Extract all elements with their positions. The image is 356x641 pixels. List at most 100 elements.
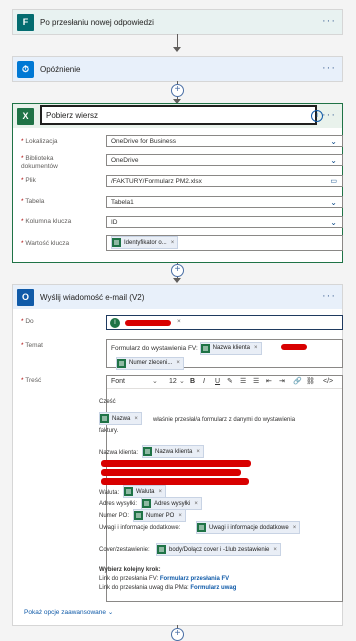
location-label: * Lokalizacja [21, 138, 58, 145]
chevron-down-icon: ⌄ [107, 609, 114, 616]
more-options-icon[interactable]: ··· [322, 62, 336, 74]
file-label: * Plik [21, 177, 36, 184]
forms-token-icon [124, 487, 133, 496]
forms-token-icon [157, 545, 166, 554]
bold-button[interactable]: B [190, 376, 195, 388]
unlink-icon[interactable]: ⛓ [306, 376, 315, 388]
redacted-text [281, 344, 307, 350]
more-options-icon[interactable]: ··· [322, 15, 336, 27]
client-name-token[interactable]: Nazwa klienta × [199, 342, 262, 355]
subject-label: * Temat [21, 342, 43, 349]
remove-token-icon[interactable]: × [196, 449, 200, 455]
client-name-token[interactable]: Nazwa klienta × [142, 445, 204, 458]
delay-card[interactable]: ⏱ Opóźnienie ··· [13, 57, 342, 81]
next-step-heading: Wybierz kolejny krok: [99, 567, 161, 573]
subject-text: Formularz do wystawienia FV: [111, 345, 198, 353]
notes-label: Uwagi i informacje dodatkowe: [99, 525, 181, 531]
bullet-list-icon[interactable]: ☰ [240, 376, 246, 388]
font-size-select[interactable]: 12 [169, 376, 177, 388]
rich-text-toolbar: Font ⌄ 12 ⌄ B I U ✎ ☰ ☰ ⇤ ⇥ 🔗 ⛓ </> [107, 376, 342, 389]
add-step-icon[interactable]: + [171, 628, 184, 641]
indent-icon[interactable]: ⇥ [279, 376, 285, 388]
link2-line: Link do przesłania uwag dla PMa: Formula… [99, 585, 237, 591]
library-select[interactable]: OneDrive ⌄ [106, 154, 343, 166]
connector-line [177, 34, 178, 48]
excel-icon: X [17, 107, 34, 125]
remove-token-icon[interactable]: × [158, 489, 162, 495]
po-number-label: Numer PO: [99, 513, 130, 519]
trigger-title: Po przesłaniu nowej odpowiedzi [40, 17, 154, 27]
remove-token-icon[interactable]: × [273, 547, 277, 553]
sender-name-line: Nazwa × [99, 412, 142, 425]
file-input[interactable]: /FAKTURY/Formularz PM2.xlsx ▭ [106, 175, 343, 187]
outdent-icon[interactable]: ⇤ [266, 376, 272, 388]
redacted-text [101, 469, 241, 476]
table-label: * Tabela [21, 198, 45, 205]
po-number-token[interactable]: Numer PO × [133, 509, 186, 522]
remove-token-icon[interactable]: × [171, 236, 175, 250]
redacted-text [101, 478, 249, 485]
key-value-label: * Wartość klucza [21, 240, 70, 247]
forms-token-icon [134, 511, 143, 520]
arrow-down-icon [173, 47, 181, 52]
notes-form-link[interactable]: Formularz uwag [190, 585, 236, 591]
chevron-down-icon: ⌄ [330, 156, 337, 165]
title-edit-field[interactable]: Pobierz wiersz [40, 105, 317, 125]
identifier-token[interactable]: Identyfikator o... × [111, 236, 179, 250]
name-token[interactable]: Nazwa × [99, 412, 142, 425]
to-label: * Do [21, 318, 34, 325]
delay-title: Opóźnienie [40, 64, 81, 74]
key-value-input[interactable]: Identyfikator o... × [106, 235, 343, 251]
forms-token-icon [112, 238, 121, 247]
outlook-icon: O [17, 288, 34, 306]
chevron-down-icon[interactable]: ⌄ [152, 376, 158, 388]
remove-token-icon[interactable]: × [293, 525, 297, 531]
library-label: * Biblioteka dokumentów [21, 155, 58, 170]
more-options-icon[interactable]: ··· [322, 109, 336, 121]
remove-token-icon[interactable]: × [194, 501, 198, 507]
trigger-card[interactable]: F Po przesłaniu nowej odpowiedzi ··· [13, 10, 342, 34]
send-email-title: Wyślij wiadomość e-mail (V2) [40, 292, 145, 302]
remove-token-icon[interactable]: × [176, 358, 180, 369]
add-step-icon[interactable]: + [171, 264, 184, 277]
to-input[interactable]: I × [106, 315, 343, 330]
recipient-avatar: I [110, 318, 120, 328]
cover-value: body/Dołącz cover i -1lub zestawienie × [156, 543, 281, 556]
numbered-list-icon[interactable]: ☰ [253, 376, 259, 388]
forms-token-icon [100, 414, 109, 423]
remove-token-icon[interactable]: × [178, 513, 182, 519]
code-view-icon[interactable]: </> [323, 376, 333, 388]
chevron-down-icon[interactable]: ⌄ [179, 376, 185, 388]
key-column-label: * Kolumna klucza [21, 218, 72, 225]
font-select[interactable]: Font [111, 376, 125, 388]
timer-icon: ⏱ [17, 60, 34, 78]
more-options-icon[interactable]: ··· [322, 290, 336, 302]
invoice-form-link[interactable]: Formularz przesłania FV [160, 576, 229, 582]
notes-value: Uwagi i informacje dodatkowe × [196, 521, 301, 534]
chevron-down-icon: ⌄ [330, 137, 337, 146]
get-row-title: Pobierz wiersz [46, 111, 99, 120]
location-select[interactable]: OneDrive for Business ⌄ [106, 135, 343, 147]
chevron-down-icon: ⌄ [330, 218, 337, 227]
remove-token-icon[interactable]: × [134, 416, 138, 422]
text-color-icon[interactable]: ✎ [227, 376, 233, 388]
remove-token-icon[interactable]: × [254, 343, 258, 354]
link-icon[interactable]: 🔗 [293, 376, 302, 388]
underline-button[interactable]: U [215, 376, 220, 388]
subject-input[interactable]: Formularz do wystawienia FV: Nazwa klien… [106, 339, 343, 370]
table-select[interactable]: Tabela1 ⌄ [106, 196, 343, 208]
address-label: Adres wysyłki: [99, 501, 138, 507]
greeting-text: Cześć [99, 399, 116, 405]
italic-button[interactable]: I [203, 376, 205, 388]
remove-recipient-icon[interactable]: × [177, 316, 181, 328]
notes-token[interactable]: Uwagi i informacje dodatkowe × [196, 521, 301, 534]
currency-label: Waluta: [99, 490, 120, 496]
cover-token[interactable]: body/Dołącz cover i -1lub zestawienie × [156, 543, 281, 556]
body-line-1b: faktury. [99, 428, 119, 434]
redacted-email [125, 320, 171, 326]
show-advanced-options[interactable]: Pokaż opcje zaawansowane ⌄ [24, 608, 113, 616]
order-number-token[interactable]: Numer zleceni... × [116, 357, 184, 370]
add-step-icon[interactable]: + [171, 84, 184, 97]
key-column-select[interactable]: ID ⌄ [106, 216, 343, 228]
folder-icon[interactable]: ▭ [330, 176, 337, 188]
